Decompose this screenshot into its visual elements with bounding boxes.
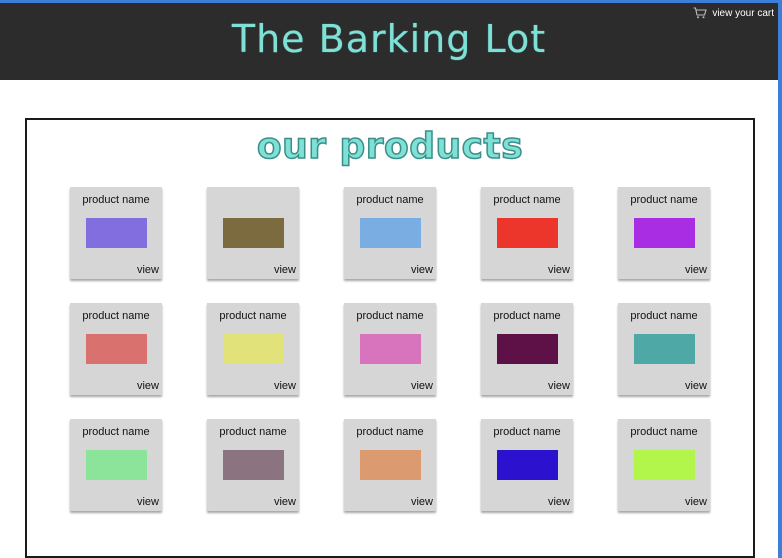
- page-frame: The Barking Lot view your cart our produ…: [0, 3, 778, 558]
- product-image: [497, 450, 558, 480]
- product-card[interactable]: view: [207, 187, 299, 279]
- product-name: product name: [630, 310, 698, 322]
- product-card[interactable]: product name view: [344, 187, 436, 279]
- site-header: The Barking Lot view your cart: [0, 3, 778, 80]
- view-cart-link[interactable]: view your cart: [693, 7, 774, 19]
- view-product-link[interactable]: view: [548, 496, 570, 508]
- product-name: product name: [630, 426, 698, 438]
- product-card[interactable]: product name view: [70, 303, 162, 395]
- product-card[interactable]: product name view: [618, 303, 710, 395]
- product-card[interactable]: product name view: [344, 419, 436, 511]
- product-name: product name: [219, 426, 287, 438]
- product-name: product name: [493, 426, 561, 438]
- view-product-link[interactable]: view: [548, 380, 570, 392]
- shopping-cart-icon: [693, 7, 708, 19]
- product-name: product name: [82, 310, 150, 322]
- product-name: product name: [630, 194, 698, 206]
- view-product-link[interactable]: view: [411, 496, 433, 508]
- product-image: [86, 450, 147, 480]
- view-product-link[interactable]: view: [274, 496, 296, 508]
- product-name: product name: [356, 194, 424, 206]
- view-product-link[interactable]: view: [137, 380, 159, 392]
- product-card[interactable]: product name view: [618, 419, 710, 511]
- product-image: [86, 334, 147, 364]
- product-name: product name: [356, 426, 424, 438]
- product-name: product name: [356, 310, 424, 322]
- product-image: [497, 218, 558, 248]
- view-product-link[interactable]: view: [274, 380, 296, 392]
- product-image: [497, 334, 558, 364]
- product-image: [634, 218, 695, 248]
- product-image: [86, 218, 147, 248]
- product-name: product name: [219, 310, 287, 322]
- product-image: [223, 450, 284, 480]
- site-brand: The Barking Lot: [231, 17, 547, 61]
- product-card[interactable]: product name view: [618, 187, 710, 279]
- product-card[interactable]: product name view: [70, 419, 162, 511]
- view-product-link[interactable]: view: [411, 264, 433, 276]
- product-image: [223, 334, 284, 364]
- product-image: [360, 450, 421, 480]
- view-product-link[interactable]: view: [137, 264, 159, 276]
- product-image: [360, 334, 421, 364]
- product-name: product name: [493, 310, 561, 322]
- product-image: [360, 218, 421, 248]
- product-card[interactable]: product name view: [481, 303, 573, 395]
- product-card[interactable]: product name view: [207, 303, 299, 395]
- view-cart-label: view your cart: [712, 7, 774, 19]
- product-card[interactable]: product name view: [481, 419, 573, 511]
- product-name: product name: [82, 194, 150, 206]
- products-panel: our products product name view view prod…: [25, 118, 755, 558]
- product-grid: product name view view product name view…: [70, 187, 715, 511]
- view-product-link[interactable]: view: [411, 380, 433, 392]
- product-image: [634, 450, 695, 480]
- view-product-link[interactable]: view: [548, 264, 570, 276]
- product-name: product name: [82, 426, 150, 438]
- product-image: [634, 334, 695, 364]
- product-name: product name: [493, 194, 561, 206]
- product-image: [223, 218, 284, 248]
- view-product-link[interactable]: view: [685, 496, 707, 508]
- view-product-link[interactable]: view: [685, 380, 707, 392]
- product-card[interactable]: product name view: [207, 419, 299, 511]
- view-product-link[interactable]: view: [137, 496, 159, 508]
- view-product-link[interactable]: view: [685, 264, 707, 276]
- view-product-link[interactable]: view: [274, 264, 296, 276]
- product-card[interactable]: product name view: [344, 303, 436, 395]
- product-card[interactable]: product name view: [481, 187, 573, 279]
- product-card[interactable]: product name view: [70, 187, 162, 279]
- section-title: our products: [256, 125, 524, 168]
